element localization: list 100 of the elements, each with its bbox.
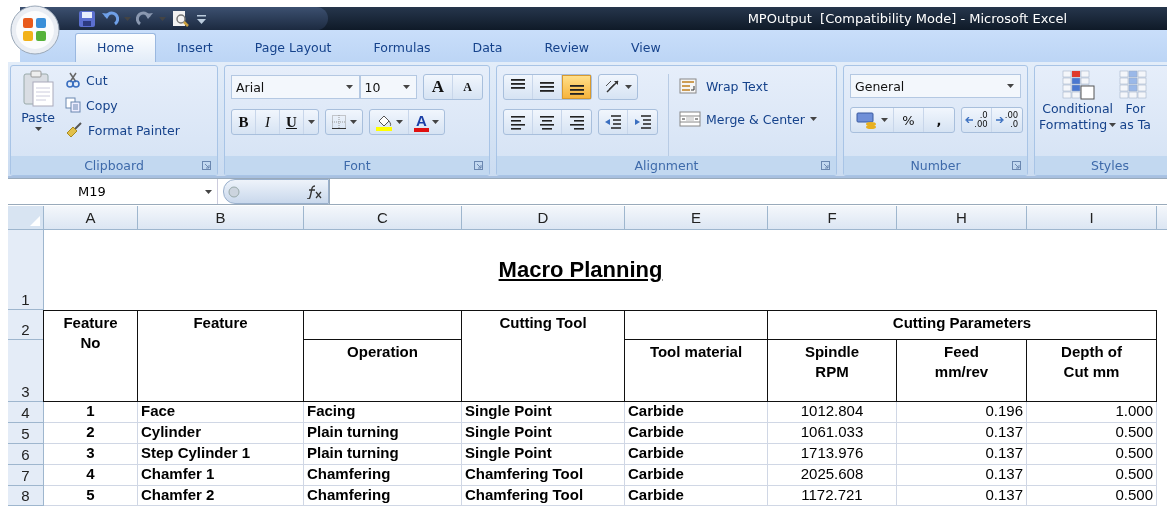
table-cell: 0.137 bbox=[897, 486, 1027, 506]
arrow-icon bbox=[965, 117, 974, 123]
table-cell: 5 bbox=[44, 486, 138, 506]
table-cell: Single Point bbox=[462, 423, 625, 444]
header-cell: Cutting Parameters bbox=[767, 310, 1157, 340]
italic-button[interactable]: I bbox=[256, 110, 280, 134]
increase-decimal-button[interactable]: .0 .00 bbox=[962, 108, 992, 132]
paste-button[interactable]: Paste bbox=[17, 70, 59, 156]
dropdown-caret-icon[interactable] bbox=[403, 85, 410, 89]
scissors-icon bbox=[65, 72, 81, 88]
ribbon-tab[interactable]: Insert bbox=[155, 34, 234, 62]
dropdown-caret-icon bbox=[431, 120, 439, 124]
row-header[interactable]: 1 bbox=[8, 230, 44, 310]
clipboard-icon bbox=[21, 70, 55, 108]
grow-font-button[interactable]: A bbox=[424, 75, 453, 99]
column-header[interactable]: F bbox=[768, 206, 897, 230]
format-as-table-button[interactable]: For as Ta bbox=[1118, 70, 1153, 156]
column-header[interactable]: D bbox=[462, 206, 625, 230]
bold-button[interactable]: B bbox=[232, 110, 256, 134]
table-cell: 0.500 bbox=[1027, 465, 1157, 486]
print-preview-icon[interactable] bbox=[171, 9, 189, 28]
table-cell: 0.137 bbox=[897, 423, 1027, 444]
table-cell: Facing bbox=[304, 402, 462, 423]
table-cell: Cylinder bbox=[138, 423, 304, 444]
row-header[interactable]: 3 bbox=[8, 340, 44, 402]
table-cell: 1.000 bbox=[1027, 402, 1157, 423]
undo-icon[interactable] bbox=[101, 9, 119, 28]
arrow-icon bbox=[995, 117, 1004, 123]
sheet-title: Macro Planning bbox=[498, 257, 663, 283]
row-header[interactable]: 4 bbox=[8, 402, 44, 423]
vertical-align-button[interactable] bbox=[562, 75, 591, 99]
increase-indent-icon bbox=[633, 113, 652, 131]
table-cell: 2 bbox=[44, 423, 138, 444]
decrease-decimal-button[interactable]: .00 .0 bbox=[992, 108, 1022, 132]
column-header[interactable]: B bbox=[138, 206, 304, 230]
ribbon-tab[interactable]: Formulas bbox=[352, 34, 452, 62]
percent-button[interactable]: % bbox=[894, 108, 924, 132]
font-name-field[interactable]: Arial bbox=[231, 75, 360, 99]
dialog-launcher-icon[interactable] bbox=[474, 161, 483, 170]
circle-icon bbox=[228, 185, 240, 198]
dropdown-caret-icon[interactable] bbox=[205, 189, 212, 194]
underline-button[interactable]: U bbox=[280, 110, 304, 134]
office-button[interactable] bbox=[10, 5, 60, 55]
function-icon bbox=[306, 184, 322, 199]
table-cell: Carbide bbox=[625, 423, 768, 444]
align-lines-icon bbox=[569, 85, 584, 95]
dialog-launcher-icon[interactable] bbox=[1012, 161, 1021, 170]
column-header[interactable]: A bbox=[44, 206, 138, 230]
table-cell: 0.500 bbox=[1027, 444, 1157, 465]
align-lines-icon bbox=[511, 79, 525, 89]
dropdown-caret-icon bbox=[625, 85, 632, 89]
ribbon-tab[interactable]: Page Layout bbox=[233, 34, 353, 62]
column-header[interactable]: C bbox=[304, 206, 462, 230]
table-cell: Chamfer 2 bbox=[138, 486, 304, 506]
font-size-field[interactable]: 10 bbox=[359, 75, 417, 99]
dialog-launcher-icon[interactable] bbox=[202, 161, 211, 170]
dialog-launcher-icon[interactable] bbox=[821, 161, 830, 170]
table-cell: Carbide bbox=[625, 444, 768, 465]
table-cell: 1172.721 bbox=[768, 486, 897, 506]
format-painter-button[interactable]: Format Painter bbox=[65, 120, 180, 140]
row-header[interactable]: 8 bbox=[8, 486, 44, 506]
row-header[interactable]: 2 bbox=[8, 310, 44, 340]
shrink-font-button[interactable]: A bbox=[453, 75, 482, 99]
decrease-indent-icon bbox=[604, 113, 622, 131]
redo-icon[interactable] bbox=[136, 9, 154, 28]
window-title: MPOutput [Compatibility Mode] - Microsoft Excel bbox=[747, 11, 1068, 26]
column-header[interactable]: I bbox=[1027, 206, 1157, 230]
dropdown-caret-icon[interactable] bbox=[1007, 84, 1014, 88]
save-icon[interactable] bbox=[78, 9, 96, 28]
table-cell: Carbide bbox=[625, 486, 768, 506]
number-format-field[interactable]: General bbox=[850, 74, 1021, 98]
cut-button[interactable]: Cut bbox=[65, 70, 180, 90]
group-label: Font bbox=[343, 158, 371, 173]
font-color-button[interactable]: A bbox=[409, 110, 444, 134]
table-cell: Single Point bbox=[462, 402, 625, 423]
ribbon-tab[interactable]: Review bbox=[523, 34, 611, 62]
name-box[interactable]: M19 bbox=[8, 179, 218, 204]
ribbon-tab[interactable]: View bbox=[610, 34, 682, 62]
dropdown-caret-icon bbox=[809, 117, 817, 121]
row-header[interactable]: 5 bbox=[8, 423, 44, 444]
copy-button[interactable]: Copy bbox=[65, 95, 180, 115]
align-lines-icon bbox=[509, 113, 527, 131]
wrap-text-button[interactable]: Wrap Text bbox=[679, 74, 817, 98]
ribbon-tab[interactable]: Data bbox=[451, 34, 524, 62]
column-header[interactable]: E bbox=[625, 206, 768, 230]
table-cell: 0.137 bbox=[897, 465, 1027, 486]
comma-button[interactable]: , bbox=[924, 108, 954, 132]
table-cell: Chamfering bbox=[304, 465, 462, 486]
table-cell: 0.500 bbox=[1027, 423, 1157, 444]
row-header[interactable]: 7 bbox=[8, 465, 44, 486]
table-cell: 0.196 bbox=[897, 402, 1027, 423]
conditional-formatting-button[interactable]: Conditional Formatting bbox=[1039, 70, 1117, 156]
column-header[interactable]: H bbox=[897, 206, 1027, 230]
row-header[interactable]: 6 bbox=[8, 444, 44, 465]
merge-center-button[interactable]: Merge & Center bbox=[679, 107, 817, 131]
dropdown-caret-icon[interactable] bbox=[345, 85, 353, 89]
dropdown-caret-icon bbox=[34, 127, 42, 131]
table-cell: Step Cylinder 1 bbox=[138, 444, 304, 465]
ribbon-tab[interactable]: Home bbox=[75, 33, 156, 62]
table-cell: 1713.976 bbox=[768, 444, 897, 465]
